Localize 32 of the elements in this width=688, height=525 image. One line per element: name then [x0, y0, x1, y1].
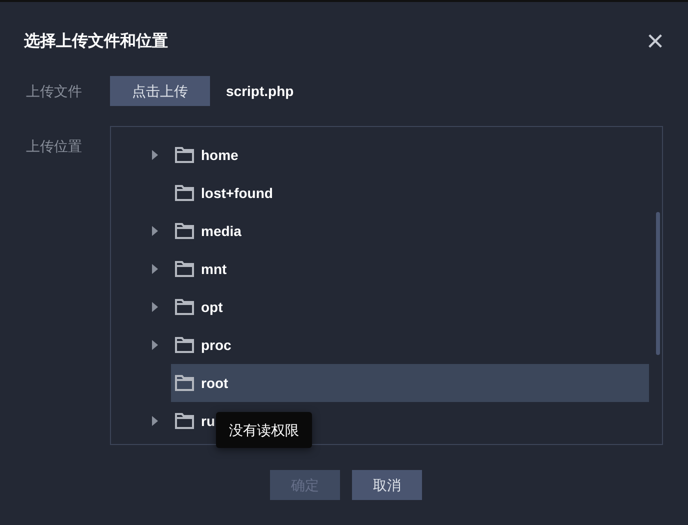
folder-name[interactable]: proc	[201, 334, 232, 356]
folder-name[interactable]: lost+found	[201, 182, 273, 204]
folder-icon	[175, 299, 194, 315]
expand-caret-icon[interactable]	[151, 302, 159, 312]
folder-name[interactable]: home	[201, 144, 238, 166]
folder-icon	[175, 147, 194, 163]
folder-icon	[175, 261, 194, 277]
expand-caret-icon[interactable]	[151, 150, 159, 160]
folder-name[interactable]: ru	[201, 410, 215, 432]
expand-caret-icon[interactable]	[151, 340, 159, 350]
field-label: 上传位置	[25, 137, 83, 156]
field-label: 上传文件	[25, 82, 83, 100]
folder-name[interactable]: opt	[201, 296, 223, 318]
cancel-button[interactable]: 取消	[352, 470, 422, 500]
folder-name[interactable]: media	[201, 220, 242, 242]
file-name: script.php	[226, 82, 294, 101]
folder-icon	[175, 223, 194, 239]
expand-caret-icon[interactable]	[151, 416, 159, 426]
folder-icon	[175, 185, 194, 201]
expand-caret-icon[interactable]	[151, 226, 159, 236]
upload-button[interactable]: 点击上传	[110, 76, 210, 106]
folder-icon	[175, 375, 194, 391]
expand-caret-icon[interactable]	[151, 264, 159, 274]
tree-item-row[interactable]: root	[171, 364, 649, 402]
dialog-title: 选择上传文件和位置	[24, 31, 168, 52]
folder-name[interactable]: mnt	[201, 258, 227, 280]
folder-name: root	[201, 374, 228, 392]
folder-icon	[175, 337, 194, 353]
folder-icon	[175, 413, 194, 429]
tooltip: 没有读权限	[216, 412, 312, 448]
close-button[interactable]: ×	[646, 27, 664, 57]
scrollbar[interactable]	[656, 212, 660, 355]
